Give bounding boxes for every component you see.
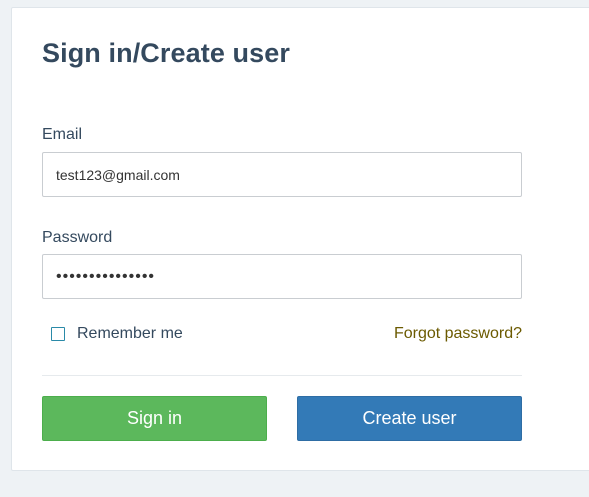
remember-me-label: Remember me xyxy=(77,325,183,342)
sign-in-button[interactable]: Sign in xyxy=(42,396,267,441)
email-field[interactable] xyxy=(42,152,522,197)
remember-me-checkbox[interactable] xyxy=(51,327,65,341)
forgot-password-link[interactable]: Forgot password? xyxy=(394,325,522,343)
create-user-button[interactable]: Create user xyxy=(297,396,522,441)
page-title: Sign in/Create user xyxy=(42,38,290,68)
divider xyxy=(42,375,522,376)
password-label: Password xyxy=(42,229,113,246)
password-field[interactable] xyxy=(42,254,522,299)
email-label: Email xyxy=(42,126,83,143)
remember-me-toggle[interactable]: Remember me xyxy=(51,325,183,343)
